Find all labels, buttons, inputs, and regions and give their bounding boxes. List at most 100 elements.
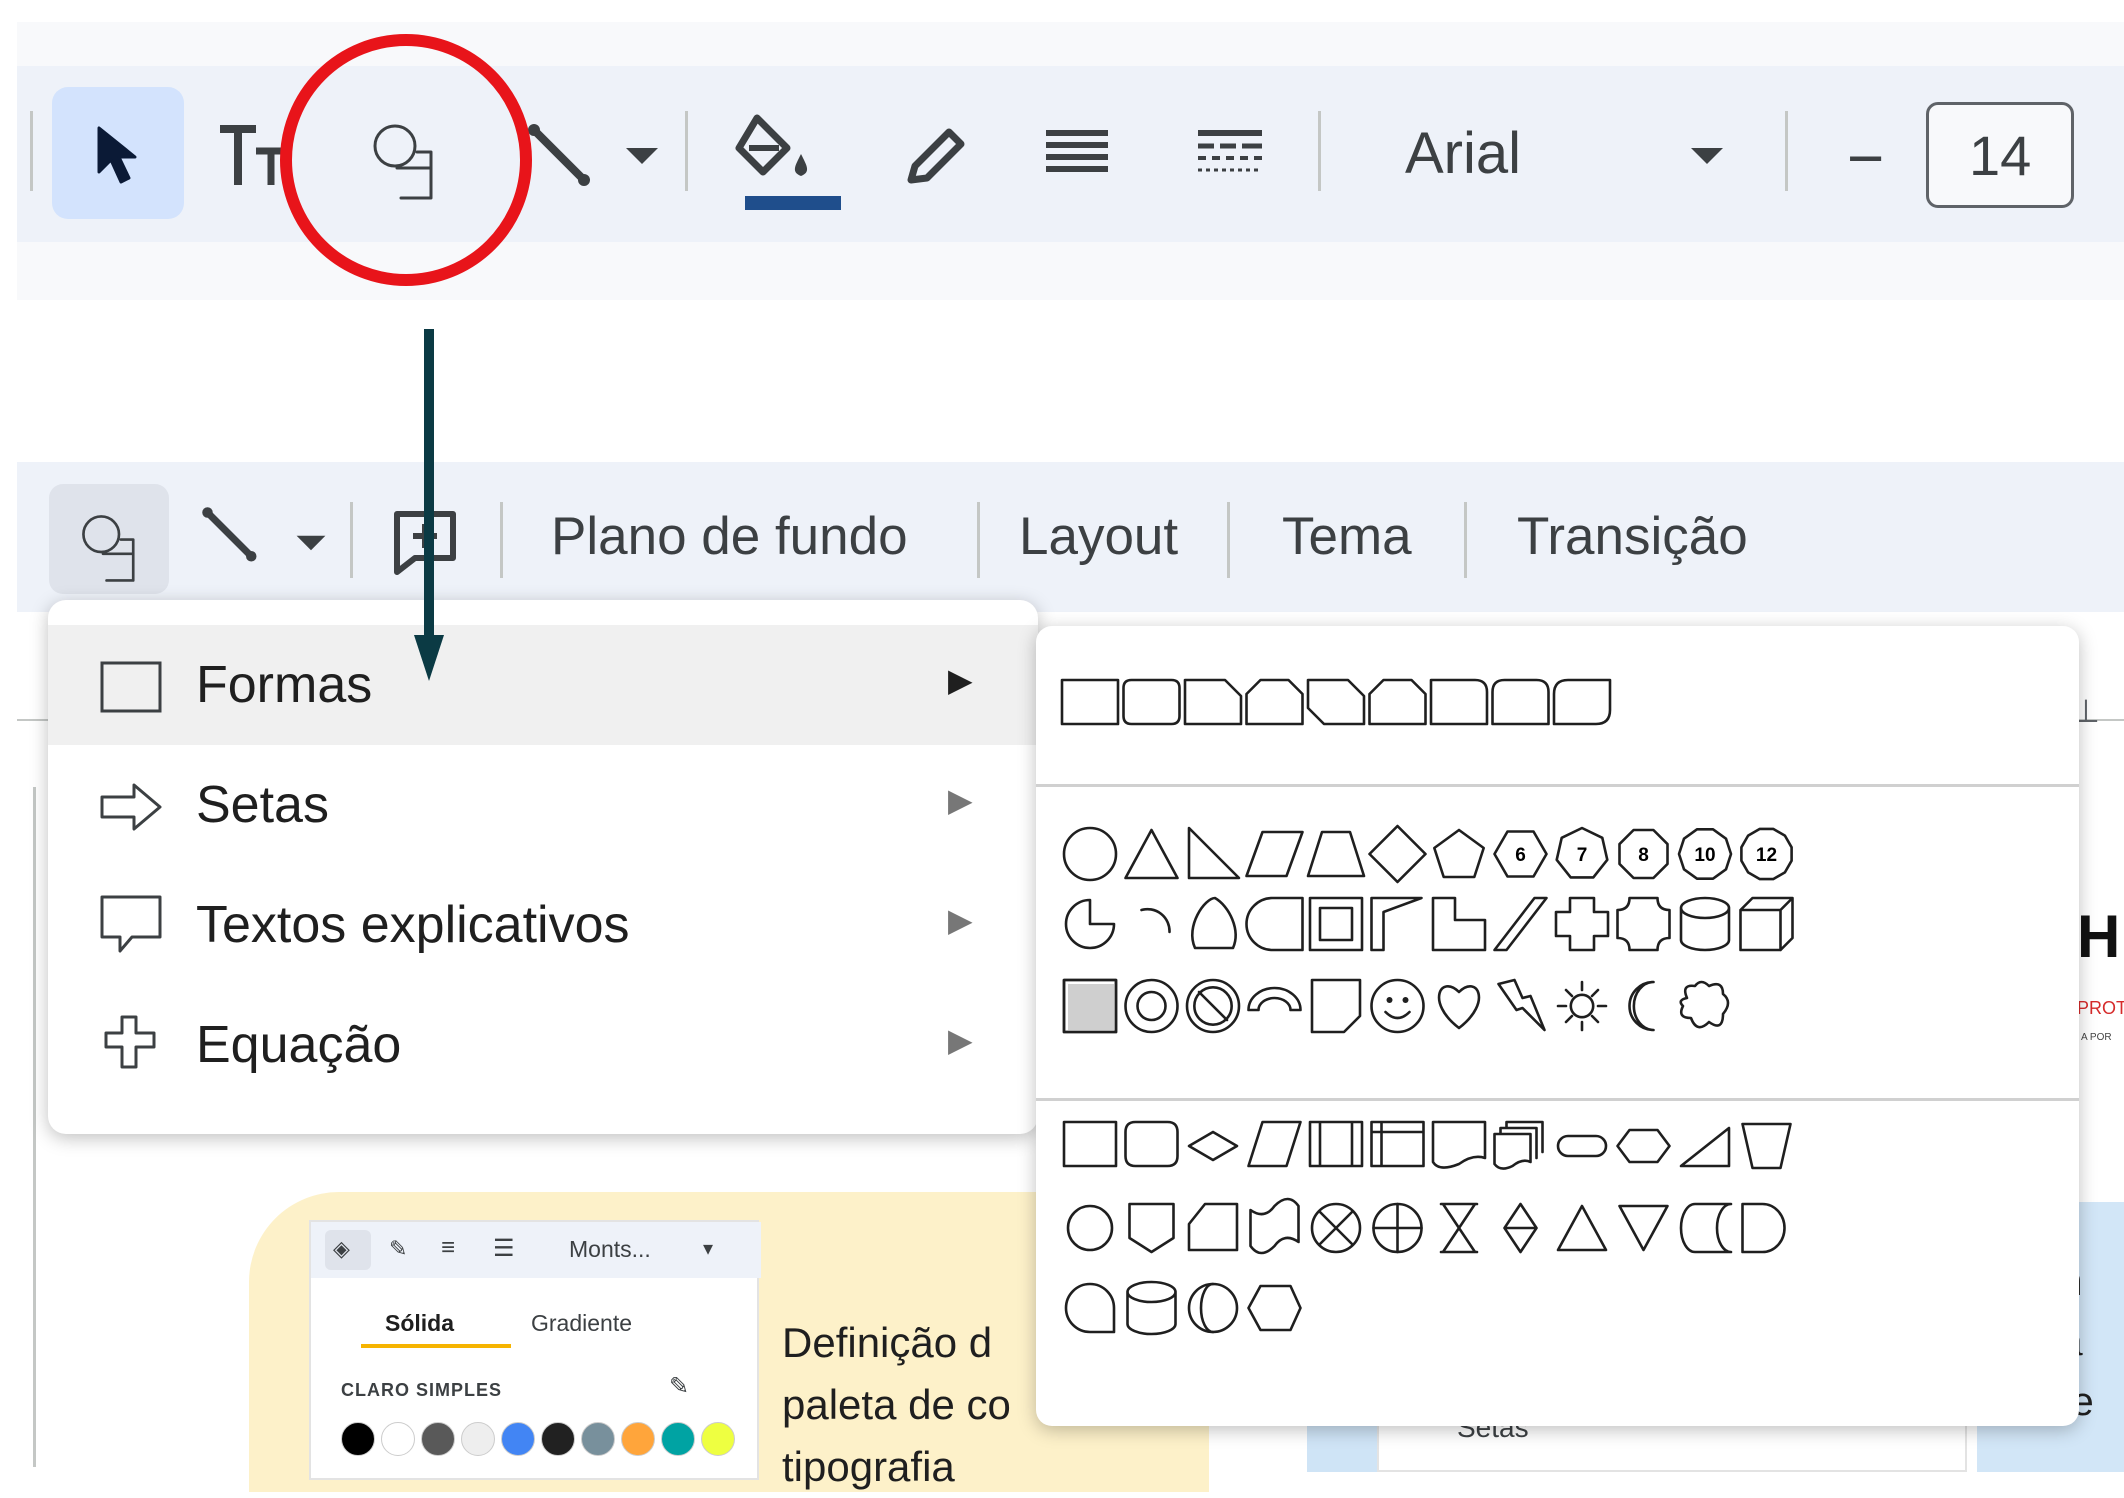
shape-option[interactable] (1618, 1204, 1669, 1252)
shape-option[interactable] (1433, 828, 1485, 879)
shape-option[interactable] (1310, 1202, 1362, 1254)
shape-option[interactable] (1183, 678, 1243, 726)
background-button[interactable]: Plano de fundo (551, 506, 908, 567)
shape-option[interactable] (1439, 1202, 1479, 1254)
shape-option[interactable] (1245, 830, 1304, 878)
shape-option[interactable] (1124, 1120, 1179, 1168)
shape-option[interactable] (1124, 828, 1179, 880)
shape-option[interactable] (1308, 1120, 1364, 1168)
shape-option[interactable] (1062, 978, 1118, 1034)
shape-option[interactable] (1064, 898, 1116, 950)
shape-option[interactable] (1616, 896, 1671, 952)
shape-option[interactable] (1556, 980, 1608, 1032)
shape-option[interactable] (1245, 896, 1304, 952)
shape-option[interactable] (1191, 896, 1237, 950)
shape-option[interactable] (1062, 826, 1118, 882)
shape-option[interactable] (1064, 1282, 1116, 1334)
shape-option[interactable]: 6 (1493, 830, 1548, 878)
shape-option[interactable] (1556, 1134, 1608, 1158)
transition-button[interactable]: Transição (1517, 506, 1748, 567)
right-tiny-text: A POR (2081, 1032, 2112, 1043)
shape-option[interactable] (1140, 907, 1171, 934)
line-tool-button[interactable] (197, 502, 267, 572)
line-icon (202, 507, 257, 562)
shape-option[interactable] (1368, 824, 1427, 884)
card-text: Definição d paleta de co tipografia (782, 1312, 1011, 1498)
shape-option[interactable] (1679, 896, 1731, 952)
menu-item-setas[interactable]: Setas ▶ (48, 745, 1038, 865)
shape-option[interactable] (1679, 980, 1730, 1029)
layout-button[interactable]: Layout (1019, 506, 1178, 567)
shape-option[interactable]: 10 (1677, 828, 1733, 880)
shape-option[interactable] (1247, 1284, 1302, 1332)
shape-option[interactable] (1679, 1126, 1731, 1168)
shape-option[interactable] (1370, 896, 1423, 952)
shape-option[interactable] (1066, 1204, 1114, 1252)
shape-option[interactable] (1497, 978, 1546, 1032)
shape-option[interactable] (1249, 1197, 1300, 1255)
svg-text:6: 6 (1515, 845, 1526, 866)
menu-item-equacao[interactable]: Equação ▶ (48, 985, 1038, 1105)
theme-button[interactable]: Tema (1282, 506, 1412, 567)
shape-option[interactable] (1124, 978, 1179, 1034)
caret-down-icon (1691, 148, 1723, 164)
shape-option[interactable] (1616, 1128, 1671, 1164)
menu-item-formas[interactable]: Formas ▶ (48, 625, 1038, 745)
shape-option[interactable] (1493, 1120, 1544, 1170)
shape-option[interactable] (1503, 1202, 1538, 1254)
shape-option[interactable] (1429, 678, 1489, 726)
shape-option[interactable] (1245, 678, 1304, 726)
mini-paint-bucket-icon: ◈ (333, 1236, 350, 1261)
shape-option[interactable]: 12 (1740, 827, 1793, 881)
shape-option[interactable] (1126, 1280, 1177, 1336)
shape-option[interactable] (1187, 1282, 1239, 1334)
shape-option[interactable] (1185, 978, 1241, 1034)
shape-option[interactable] (1187, 1202, 1239, 1252)
shape-option[interactable] (1431, 896, 1487, 952)
shape-option[interactable] (1247, 1120, 1302, 1168)
shape-option[interactable] (1552, 678, 1612, 726)
decrease-font-size-button[interactable]: − (1837, 121, 1907, 194)
border-color-button[interactable] (897, 118, 977, 198)
shape-menu-button[interactable] (49, 484, 169, 594)
shape-option[interactable] (1370, 1120, 1425, 1168)
shape-option[interactable] (1128, 1202, 1175, 1254)
fill-color-button[interactable] (727, 106, 841, 216)
shape-option[interactable] (1431, 1120, 1487, 1169)
shape-option[interactable] (1310, 978, 1362, 1034)
shape-option[interactable] (1122, 678, 1181, 726)
shape-option[interactable] (1370, 978, 1425, 1034)
font-family-dropdown[interactable]: Arial (1347, 106, 1747, 206)
paint-bucket-icon (735, 114, 808, 176)
shape-option[interactable] (1493, 896, 1548, 952)
shape-option[interactable] (1491, 678, 1550, 726)
plus-cross-icon (104, 1015, 156, 1069)
shape-option[interactable] (1306, 830, 1366, 878)
shape-option[interactable] (1372, 1202, 1423, 1254)
border-weight-button[interactable] (1042, 122, 1122, 192)
shape-option[interactable] (1739, 896, 1794, 952)
shape-option[interactable] (1062, 1120, 1118, 1168)
shape-option[interactable] (1741, 1122, 1792, 1170)
shape-option[interactable] (1368, 678, 1427, 726)
font-size-input[interactable]: 14 (1926, 102, 2074, 208)
line-dropdown-arrow[interactable] (622, 144, 662, 173)
shape-option[interactable] (1679, 1202, 1733, 1254)
shape-option[interactable] (1554, 896, 1610, 952)
shape-option[interactable] (1628, 980, 1655, 1032)
shape-option[interactable] (1187, 1130, 1239, 1162)
line-dropdown-arrow[interactable] (293, 532, 329, 559)
shape-option[interactable] (1306, 678, 1366, 726)
shape-option[interactable] (1308, 896, 1364, 952)
shape-option[interactable]: 7 (1555, 826, 1609, 879)
menu-item-textos-explicativos[interactable]: Textos explicativos ▶ (48, 865, 1038, 985)
shape-option[interactable] (1437, 985, 1481, 1030)
shape-option[interactable] (1247, 986, 1302, 1012)
border-dash-button[interactable] (1194, 122, 1274, 192)
shape-option[interactable] (1741, 1202, 1786, 1254)
shape-option[interactable] (1060, 678, 1120, 726)
shape-option[interactable]: 8 (1618, 828, 1669, 880)
select-tool-button[interactable] (52, 87, 184, 219)
shape-option[interactable] (1556, 1204, 1608, 1252)
shape-option[interactable] (1187, 826, 1241, 880)
